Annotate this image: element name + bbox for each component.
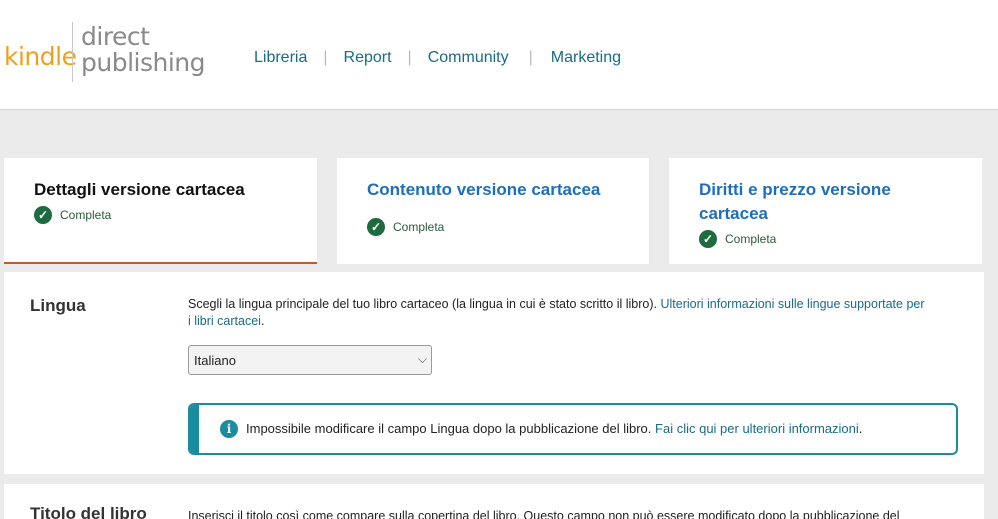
logo-line-2: publishing	[81, 48, 206, 77]
check-circle-icon: ✓	[699, 230, 717, 248]
alert-text: Impossibile modificare il campo Lingua d…	[246, 421, 862, 436]
language-select[interactable]: Italiano ⌵	[188, 345, 432, 375]
logo-kindle-text: kindle	[4, 42, 77, 71]
title-section: Titolo del libro Inserisci il titolo cos…	[4, 484, 984, 519]
description-suffix: .	[260, 314, 265, 328]
tab-status: ✓ Completa	[699, 230, 952, 248]
logo-divider	[72, 22, 73, 82]
logo-publishing-text: direct publishing	[81, 22, 206, 77]
check-circle-icon: ✓	[34, 206, 52, 224]
status-label: Completa	[60, 208, 112, 222]
status-label: Completa	[725, 232, 777, 246]
tab-dettagli[interactable]: Dettagli versione cartacea ✓ Completa	[4, 158, 317, 264]
nav-community[interactable]: Community	[428, 49, 509, 67]
logo-line-1: direct	[81, 22, 150, 51]
nav-separator: |	[528, 49, 533, 66]
language-section: Lingua Scegli la lingua principale del t…	[4, 272, 984, 474]
nav-report[interactable]: Report	[344, 49, 392, 67]
select-value: Italiano	[194, 353, 236, 368]
nav-separator: |	[323, 49, 328, 66]
nav-marketing[interactable]: Marketing	[551, 49, 621, 67]
language-description: Scegli la lingua principale del tuo libr…	[188, 296, 928, 330]
tab-title: Diritti e prezzo versione cartacea	[699, 180, 891, 223]
section-label: Lingua	[30, 296, 86, 315]
check-circle-icon: ✓	[367, 218, 385, 236]
section-label: Titolo del libro	[30, 504, 147, 519]
description-text: Scegli la lingua principale del tuo libr…	[188, 297, 657, 311]
info-icon: i	[220, 420, 238, 438]
status-label: Completa	[393, 220, 445, 234]
tab-status: ✓ Completa	[367, 218, 619, 236]
tab-title: Dettagli versione cartacea	[34, 180, 245, 199]
alert-info-link[interactable]: Fai clic qui per ulteriori informazioni	[655, 421, 859, 436]
title-description: Inserisci il titolo così come compare su…	[188, 509, 900, 519]
info-alert: i Impossibile modificare il campo Lingua…	[188, 403, 958, 455]
alert-accent-bar	[190, 405, 199, 453]
alert-suffix: .	[858, 421, 863, 436]
tab-title: Contenuto versione cartacea	[367, 180, 601, 199]
alert-message: Impossibile modificare il campo Lingua d…	[246, 421, 652, 436]
tab-diritti-prezzo[interactable]: Diritti e prezzo versione cartacea ✓ Com…	[669, 158, 982, 264]
chevron-down-icon: ⌵	[417, 352, 427, 366]
nav-separator: |	[407, 49, 412, 66]
main-nav: Libreria | Report | Community | Marketin…	[254, 49, 621, 67]
nav-libreria[interactable]: Libreria	[254, 49, 307, 67]
tab-status: ✓ Completa	[34, 206, 287, 224]
tab-contenuto[interactable]: Contenuto versione cartacea ✓ Completa	[337, 158, 649, 264]
top-header: kindle direct publishing Libreria | Repo…	[0, 0, 998, 110]
